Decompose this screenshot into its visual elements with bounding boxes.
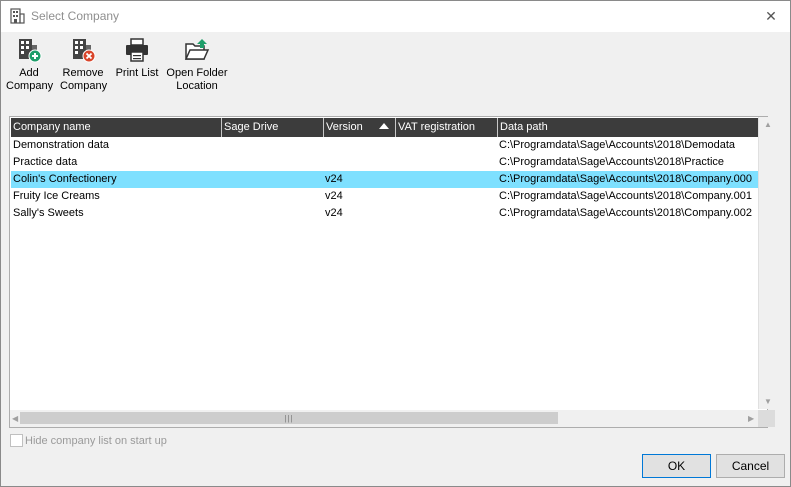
hide-company-list-label: Hide company list on start up: [25, 434, 167, 447]
cell-company-name: Practice data: [13, 156, 78, 168]
table-row-selected[interactable]: Colin's Confectionery v24 C:\Programdata…: [11, 171, 766, 188]
cell-data-path: C:\Programdata\Sage\Accounts\2018\Demoda…: [499, 139, 736, 151]
building-add-icon: [19, 39, 42, 63]
column-header-company-name[interactable]: Company name: [11, 118, 221, 137]
hide-company-list-option[interactable]: Hide company list on start up: [10, 434, 167, 447]
cell-data-path: C:\Programdata\Sage\Accounts\2018\Compan…: [499, 190, 752, 202]
building-icon: [9, 8, 25, 27]
cell-company-name: Sally's Sweets: [13, 207, 84, 219]
table-row[interactable]: Demonstration data C:\Programdata\Sage\A…: [11, 137, 766, 154]
printer-icon: [126, 38, 148, 62]
company-list: Company name Sage Drive Version VAT regi…: [9, 116, 768, 428]
column-header-vat-registration[interactable]: VAT registration: [395, 118, 497, 137]
toolbar: Add Company Remove Company Print List Op…: [1, 32, 790, 102]
print-list-button[interactable]: Print List: [114, 37, 160, 80]
cell-data-path: C:\Programdata\Sage\Accounts\2018\Compan…: [499, 207, 752, 219]
remove-company-label: Remove Company: [60, 67, 108, 92]
print-list-label: Print List: [115, 67, 159, 79]
select-company-window: Select Company ✕ Add Company Remove Comp…: [0, 0, 791, 487]
cell-company-name: Fruity Ice Creams: [13, 190, 100, 202]
vertical-scrollbar[interactable]: ▲ ▼: [758, 117, 776, 409]
column-header-row: Company name Sage Drive Version VAT regi…: [11, 118, 766, 137]
window-title: Select Company: [31, 9, 120, 23]
column-header-data-path[interactable]: Data path: [497, 118, 766, 137]
ok-button[interactable]: OK: [642, 454, 711, 478]
cell-company-name: Demonstration data: [13, 139, 109, 151]
folder-open-icon: [184, 39, 210, 60]
add-company-button[interactable]: Add Company: [6, 37, 54, 93]
open-folder-location-button[interactable]: Open Folder Location: [165, 37, 229, 93]
open-folder-location-label: Open Folder Location: [166, 67, 228, 92]
remove-company-button[interactable]: Remove Company: [60, 37, 108, 93]
close-icon: ✕: [765, 7, 777, 24]
cell-company-name: Colin's Confectionery: [13, 173, 117, 185]
table-row[interactable]: Fruity Ice Creams v24 C:\Programdata\Sag…: [11, 188, 766, 205]
horizontal-scroll-thumb[interactable]: |||: [20, 412, 558, 424]
cell-version: v24: [325, 207, 343, 219]
hide-company-list-checkbox[interactable]: [10, 434, 23, 447]
scroll-grip-icon: |||: [284, 413, 294, 423]
cancel-button[interactable]: Cancel: [716, 454, 785, 478]
column-header-sage-drive[interactable]: Sage Drive: [221, 118, 323, 137]
cell-data-path: C:\Programdata\Sage\Accounts\2018\Compan…: [499, 173, 752, 185]
scrollbar-corner: [758, 410, 775, 427]
scroll-right-icon[interactable]: ▶: [748, 414, 754, 423]
scroll-down-icon[interactable]: ▼: [764, 397, 772, 406]
title-bar: Select Company ✕: [1, 1, 790, 32]
horizontal-scrollbar[interactable]: ◀ ||| ▶: [10, 410, 775, 427]
cell-version: v24: [325, 190, 343, 202]
building-remove-icon: [73, 39, 96, 63]
sort-ascending-icon: [379, 123, 389, 129]
cell-version: v24: [325, 173, 343, 185]
add-company-label: Add Company: [6, 67, 54, 92]
close-button[interactable]: ✕: [756, 3, 786, 29]
cell-data-path: C:\Programdata\Sage\Accounts\2018\Practi…: [499, 156, 725, 168]
company-rows: Demonstration data C:\Programdata\Sage\A…: [11, 137, 766, 222]
scroll-left-icon[interactable]: ◀: [12, 414, 18, 423]
scroll-up-icon[interactable]: ▲: [764, 120, 772, 129]
table-row[interactable]: Practice data C:\Programdata\Sage\Accoun…: [11, 154, 766, 171]
table-row[interactable]: Sally's Sweets v24 C:\Programdata\Sage\A…: [11, 205, 766, 222]
